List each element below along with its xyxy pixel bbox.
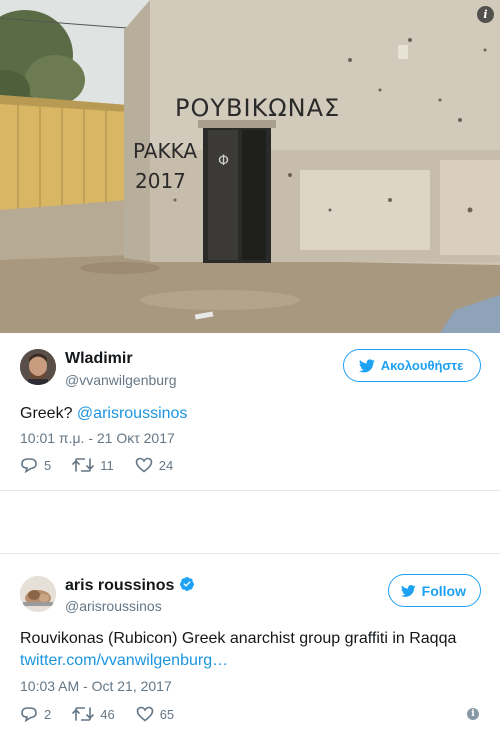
tweet-link[interactable]: twitter.com/vvanwilgenburg… xyxy=(20,650,480,672)
follow-button-label: Ακολουθήστε xyxy=(380,358,464,373)
retweet-count: 11 xyxy=(100,457,114,473)
follow-button-label: Follow xyxy=(421,582,466,599)
retweet-icon xyxy=(72,707,95,721)
like-count: 24 xyxy=(158,457,174,473)
reply-count: 2 xyxy=(44,706,52,722)
author-handle[interactable]: @vvanwilgenburg xyxy=(65,372,177,388)
mention-link[interactable]: @arisroussinos xyxy=(77,405,188,422)
like-button[interactable]: 65 xyxy=(136,706,174,722)
tweet-text-body: Greek? xyxy=(20,405,77,422)
twitter-bird-icon xyxy=(358,358,375,372)
author-name[interactable]: aris roussinos xyxy=(65,576,195,595)
tweet-actions: 2 46 65 xyxy=(20,706,195,722)
author-name-text: aris roussinos xyxy=(65,577,175,594)
like-count: 65 xyxy=(159,706,175,722)
retweet-button[interactable]: 11 xyxy=(72,457,114,473)
avatar[interactable] xyxy=(20,349,56,385)
tweet-actions: 5 11 24 xyxy=(20,457,194,473)
avatar[interactable] xyxy=(20,576,56,612)
follow-button[interactable]: Ακολουθήστε xyxy=(343,349,481,382)
author-name[interactable]: Wladimir xyxy=(65,350,133,368)
building xyxy=(124,0,500,265)
graffiti-left-1: PAKKA xyxy=(133,139,197,163)
tweet-info-icon[interactable]: i xyxy=(467,708,479,720)
tweet-photo[interactable]: ΡΟΥΒΙΚΩΝΑΣ PAKKA 2017 Φ i xyxy=(0,0,500,333)
reply-icon xyxy=(21,707,37,722)
verified-badge-icon xyxy=(180,577,195,591)
twitter-bird-icon xyxy=(401,584,416,597)
author-handle[interactable]: @arisroussinos xyxy=(65,598,162,614)
tweet-timestamp[interactable]: 10:03 AM - Oct 21, 2017 xyxy=(20,678,172,694)
info-icon[interactable]: i xyxy=(477,6,494,23)
tweet-card-1: Wladimir @vvanwilgenburg Ακολουθήστε Gre… xyxy=(0,333,500,491)
tweet-text: Greek? @arisroussinos xyxy=(20,403,480,425)
heart-icon xyxy=(136,706,154,722)
reply-button[interactable]: 5 xyxy=(20,457,51,473)
retweet-icon xyxy=(72,458,95,472)
photo-scene: ΡΟΥΒΙΚΩΝΑΣ PAKKA 2017 Φ xyxy=(0,0,500,333)
door-symbol: Φ xyxy=(218,153,229,169)
tweet-text: Rouvikonas (Rubicon) Greek anarchist gro… xyxy=(20,628,480,672)
heart-icon xyxy=(135,457,153,473)
graffiti-left-2: 2017 xyxy=(135,169,186,193)
retweet-count: 46 xyxy=(100,706,115,722)
follow-button[interactable]: Follow xyxy=(388,574,481,607)
like-button[interactable]: 24 xyxy=(135,457,173,473)
tweet-text-body: Rouvikonas (Rubicon) Greek anarchist gro… xyxy=(20,630,457,647)
tweet-card-2: aris roussinos @arisroussinos Follow Rou… xyxy=(0,553,500,730)
reply-count: 5 xyxy=(44,457,52,473)
graffiti-top: ΡΟΥΒΙΚΩΝΑΣ xyxy=(175,94,340,122)
reply-icon xyxy=(21,458,37,473)
retweet-button[interactable]: 46 xyxy=(72,706,115,722)
reply-button[interactable]: 2 xyxy=(20,706,51,722)
tweet-timestamp[interactable]: 10:01 π.μ. - 21 Οκτ 2017 xyxy=(20,430,175,446)
